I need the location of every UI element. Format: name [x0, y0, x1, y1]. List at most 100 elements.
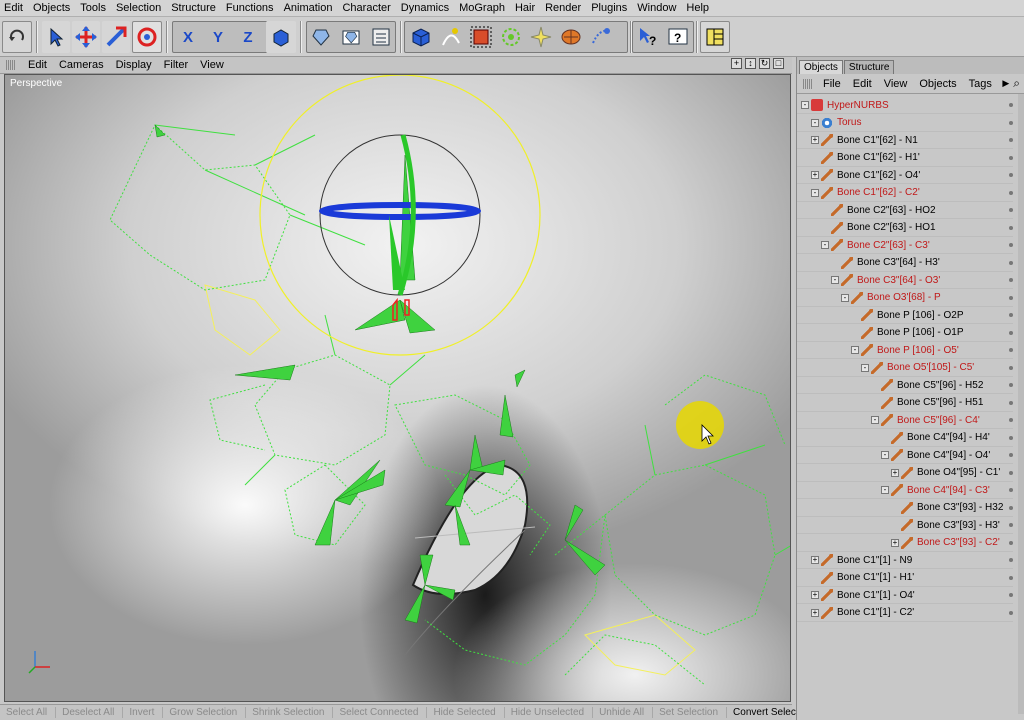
visibility-dot-icon[interactable]: [1009, 120, 1013, 125]
viewport-menu-view[interactable]: View: [194, 59, 230, 71]
menu-window[interactable]: Window: [633, 2, 682, 14]
menu-selection[interactable]: Selection: [112, 2, 167, 14]
tree-row[interactable]: Bone C2"[63] - HO1: [797, 220, 1013, 237]
undo-icon[interactable]: [2, 21, 32, 53]
menu-tools[interactable]: Tools: [76, 2, 112, 14]
tree-row[interactable]: + Bone C1"[1] - N9: [797, 552, 1013, 569]
visibility-dot-icon[interactable]: [1009, 155, 1013, 160]
tree-row[interactable]: - Bone C1"[62] - C2': [797, 185, 1013, 202]
cube-icon[interactable]: [406, 21, 436, 53]
zoom-view-icon[interactable]: ↕: [745, 58, 756, 69]
tree-row[interactable]: Bone C3"[93] - H3': [797, 517, 1013, 534]
visibility-dot-icon[interactable]: [1009, 138, 1013, 142]
visibility-dot-icon[interactable]: [1009, 383, 1013, 387]
visibility-dot-icon[interactable]: [1009, 330, 1013, 335]
visibility-dot-icon[interactable]: [1009, 505, 1013, 510]
collapse-icon[interactable]: -: [801, 101, 809, 109]
menu-hair[interactable]: Hair: [511, 2, 541, 14]
collapse-icon[interactable]: -: [811, 118, 819, 127]
viewport-menu-edit[interactable]: Edit: [22, 59, 53, 71]
subdivision-icon[interactable]: [466, 21, 496, 53]
tree-row[interactable]: + Bone C1"[1] - O4': [797, 587, 1013, 604]
viewport-menu-display[interactable]: Display: [110, 59, 158, 71]
expand-icon[interactable]: +: [811, 591, 819, 599]
select-connected-button[interactable]: Select Connected: [332, 707, 426, 718]
menu-edit[interactable]: Edit: [0, 2, 29, 14]
menu-structure[interactable]: Structure: [167, 2, 222, 14]
visibility-dot-icon[interactable]: [1009, 593, 1013, 597]
expand-icon[interactable]: +: [891, 538, 899, 547]
om-menu-view[interactable]: View: [878, 78, 914, 90]
tree-row[interactable]: - Bone C2"[63] - C3': [797, 237, 1013, 254]
visibility-dot-icon[interactable]: [1009, 523, 1013, 527]
collapse-icon[interactable]: -: [861, 363, 869, 372]
scene-icon[interactable]: [556, 21, 586, 53]
unhide-all-button[interactable]: Unhide All: [592, 707, 652, 718]
visibility-dot-icon[interactable]: [1009, 540, 1013, 545]
expand-icon[interactable]: +: [811, 136, 819, 144]
expand-icon[interactable]: +: [811, 171, 819, 179]
array-icon[interactable]: [496, 21, 526, 53]
menu-mograph[interactable]: MoGraph: [455, 2, 511, 14]
expand-icon[interactable]: +: [811, 608, 819, 617]
tree-row[interactable]: Bone C3"[64] - H3': [797, 255, 1013, 272]
visibility-dot-icon[interactable]: [1009, 400, 1013, 405]
visibility-dot-icon[interactable]: [1009, 225, 1013, 230]
tree-row[interactable]: - Bone O3'[68] - P: [797, 290, 1013, 307]
visibility-dot-icon[interactable]: [1009, 260, 1013, 265]
om-menu-edit[interactable]: Edit: [847, 78, 878, 90]
tree-row[interactable]: + Bone C3"[93] - C2': [797, 535, 1013, 552]
tree-row[interactable]: Bone C3"[93] - H32: [797, 500, 1013, 517]
visibility-dot-icon[interactable]: [1009, 418, 1013, 422]
visibility-dot-icon[interactable]: [1009, 365, 1013, 370]
visibility-dot-icon[interactable]: [1009, 575, 1013, 580]
visibility-dot-icon[interactable]: [1009, 470, 1013, 475]
expand-icon[interactable]: +: [891, 468, 899, 477]
tree-row[interactable]: - Bone P [106] - O5': [797, 342, 1013, 359]
tree-row[interactable]: Bone C1"[1] - H1': [797, 570, 1013, 587]
invert-button[interactable]: Invert: [122, 707, 162, 718]
drag-handle-icon[interactable]: [6, 60, 16, 70]
rotate-view-icon[interactable]: ↻: [759, 58, 770, 69]
x-axis-icon[interactable]: X: [174, 21, 202, 53]
collapse-icon[interactable]: -: [881, 486, 889, 494]
collapse-icon[interactable]: -: [841, 293, 849, 302]
set-selection-button[interactable]: Set Selection: [652, 707, 726, 718]
camera-icon[interactable]: [586, 21, 616, 53]
z-axis-icon[interactable]: Z: [234, 21, 262, 53]
collapse-icon[interactable]: -: [831, 276, 839, 284]
scale-icon[interactable]: [102, 21, 130, 53]
tree-row[interactable]: - Bone O5'[105] - C5': [797, 360, 1013, 377]
hide-selected-button[interactable]: Hide Selected: [426, 707, 503, 718]
menu-animation[interactable]: Animation: [280, 2, 339, 14]
more-icon[interactable]: ▶: [1002, 78, 1009, 89]
grow-selection-button[interactable]: Grow Selection: [162, 707, 245, 718]
menu-render[interactable]: Render: [541, 2, 587, 14]
perspective-viewport[interactable]: Perspective: [4, 74, 791, 702]
tab-objects[interactable]: Objects: [799, 60, 843, 74]
hide-unselected-button[interactable]: Hide Unselected: [503, 707, 592, 718]
tree-row[interactable]: - Bone C3"[64] - O3': [797, 272, 1013, 289]
tab-structure[interactable]: Structure: [843, 60, 895, 74]
render-picture-icon[interactable]: [336, 21, 366, 53]
visibility-dot-icon[interactable]: [1009, 208, 1013, 212]
menu-help[interactable]: Help: [682, 2, 715, 14]
tree-row[interactable]: + Bone O4"[95] - C1': [797, 465, 1013, 482]
menu-dynamics[interactable]: Dynamics: [397, 2, 455, 14]
tree-row[interactable]: + Bone C1"[1] - C2': [797, 605, 1013, 622]
om-menu-tags[interactable]: Tags: [963, 78, 998, 90]
tree-row[interactable]: - Bone C5"[96] - C4': [797, 412, 1013, 429]
tree-row[interactable]: Bone C2"[63] - HO2: [797, 202, 1013, 219]
menu-objects[interactable]: Objects: [29, 2, 76, 14]
visibility-dot-icon[interactable]: [1009, 173, 1013, 177]
collapse-icon[interactable]: -: [821, 241, 829, 249]
visibility-dot-icon[interactable]: [1009, 348, 1013, 352]
visibility-dot-icon[interactable]: [1009, 610, 1013, 615]
pen-spline-icon[interactable]: [436, 21, 466, 53]
visibility-dot-icon[interactable]: [1009, 103, 1013, 107]
move-icon[interactable]: [72, 21, 100, 53]
visibility-dot-icon[interactable]: [1009, 190, 1013, 195]
tree-row[interactable]: - Bone C4"[94] - C3': [797, 482, 1013, 499]
tree-row[interactable]: + Bone C1"[62] - N1: [797, 132, 1013, 149]
deformer-icon[interactable]: [526, 21, 556, 53]
